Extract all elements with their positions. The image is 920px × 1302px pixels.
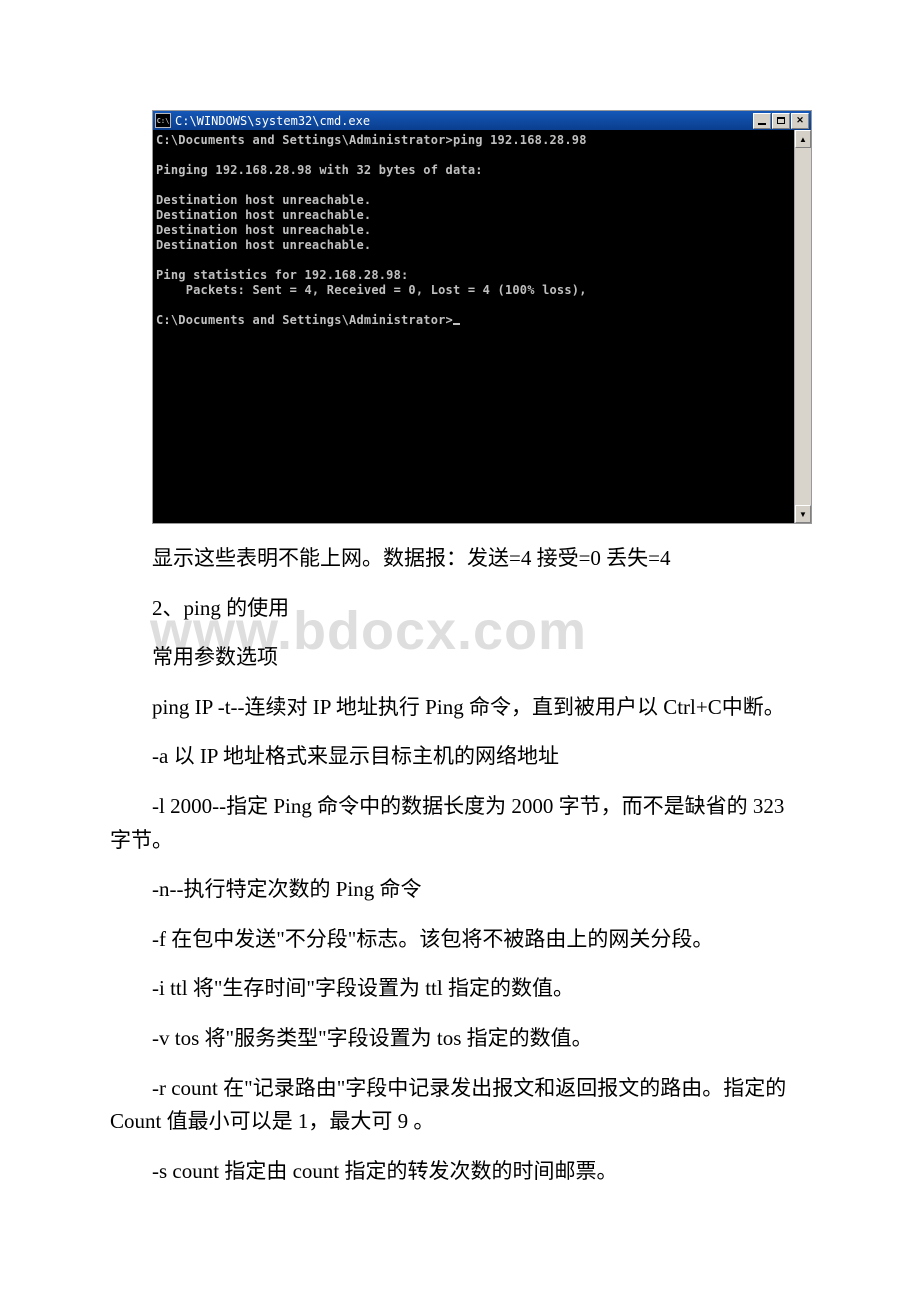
paragraph: -f 在包中发送"不分段"标志。该包将不被路由上的网关分段。 <box>110 923 810 957</box>
paragraph: 常用参数选项 <box>110 641 810 675</box>
term-line: Destination host unreachable. <box>156 208 371 222</box>
term-line: Pinging 192.168.28.98 with 32 bytes of d… <box>156 163 483 177</box>
paragraph: ping IP -t--连续对 IP 地址执行 Ping 命令，直到被用户以 C… <box>110 691 810 725</box>
maximize-button[interactable] <box>772 113 790 129</box>
term-line: Destination host unreachable. <box>156 238 371 252</box>
term-line: C:\Documents and Settings\Administrator>… <box>156 133 587 147</box>
paragraph: -r count 在"记录路由"字段中记录发出报文和返回报文的路由。指定的 Co… <box>110 1072 810 1139</box>
close-button[interactable]: ✕ <box>791 113 809 129</box>
terminal-output: C:\Documents and Settings\Administrator>… <box>153 130 794 523</box>
minimize-button[interactable] <box>753 113 771 129</box>
paragraph: -l 2000--指定 Ping 命令中的数据长度为 2000 字节，而不是缺省… <box>110 790 810 857</box>
paragraph: -n--执行特定次数的 Ping 命令 <box>110 873 810 907</box>
scroll-up-button[interactable]: ▲ <box>795 130 811 148</box>
term-line: Destination host unreachable. <box>156 193 371 207</box>
paragraph: -i ttl 将"生存时间"字段设置为 ttl 指定的数值。 <box>110 972 810 1006</box>
scrollbar[interactable]: ▲ ▼ <box>794 130 811 523</box>
term-line: Destination host unreachable. <box>156 223 371 237</box>
term-line: Ping statistics for 192.168.28.98: <box>156 268 408 282</box>
cmd-icon: C:\ <box>155 113 171 128</box>
window-title: C:\WINDOWS\system32\cmd.exe <box>175 114 370 128</box>
term-line: C:\Documents and Settings\Administrator> <box>156 313 453 327</box>
scroll-down-button[interactable]: ▼ <box>795 505 811 523</box>
paragraph: 2、ping 的使用 <box>110 592 810 626</box>
paragraph: -v tos 将"服务类型"字段设置为 tos 指定的数值。 <box>110 1022 810 1056</box>
document-body: 显示这些表明不能上网。数据报：发送=4 接受=0 丢失=4 2、ping 的使用… <box>110 542 810 1188</box>
term-line: Packets: Sent = 4, Received = 0, Lost = … <box>156 283 587 297</box>
cmd-window: C:\ C:\WINDOWS\system32\cmd.exe ✕ C:\Doc… <box>152 110 812 524</box>
cursor-icon <box>453 323 460 325</box>
paragraph: -a 以 IP 地址格式来显示目标主机的网络地址 <box>110 740 810 774</box>
paragraph: 显示这些表明不能上网。数据报：发送=4 接受=0 丢失=4 <box>110 542 810 576</box>
window-titlebar: C:\ C:\WINDOWS\system32\cmd.exe ✕ <box>153 111 811 130</box>
paragraph: -s count 指定由 count 指定的转发次数的时间邮票。 <box>110 1155 810 1189</box>
